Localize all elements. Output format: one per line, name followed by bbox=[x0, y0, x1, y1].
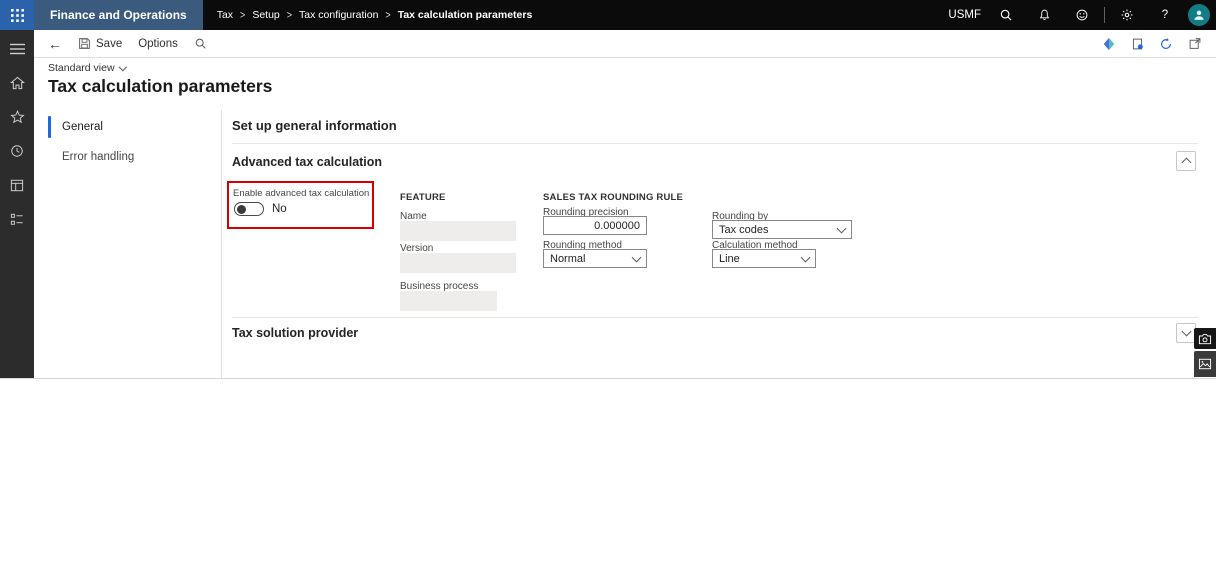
advanced-section-collapse-button[interactable] bbox=[1176, 151, 1196, 171]
search-icon bbox=[195, 38, 206, 49]
tab-error-handling[interactable]: Error handling bbox=[48, 142, 220, 172]
attachment-icon bbox=[1132, 38, 1143, 49]
options-button[interactable]: Options bbox=[138, 38, 178, 50]
top-app-bar: Finance and Operations Tax > Setup > Tax… bbox=[0, 0, 1216, 30]
chevron-down-icon bbox=[631, 252, 642, 262]
calculation-method-select[interactable]: Line bbox=[712, 249, 816, 268]
modules-icon[interactable] bbox=[4, 208, 30, 230]
breadcrumb-separator: > bbox=[286, 9, 293, 21]
back-button[interactable]: ← bbox=[48, 36, 62, 52]
enable-advanced-toggle[interactable]: No bbox=[234, 202, 287, 216]
sales-tax-rounding-column-header: SALES TAX ROUNDING RULE bbox=[543, 192, 684, 203]
content-header: Set up general information bbox=[232, 118, 397, 133]
toggle-switch-off[interactable] bbox=[234, 202, 264, 216]
breadcrumb-item-tax-calculation-parameters[interactable]: Tax calculation parameters bbox=[398, 9, 533, 21]
favorites-star-icon[interactable] bbox=[4, 106, 30, 128]
breadcrumb-separator: > bbox=[240, 9, 246, 21]
product-name[interactable]: Finance and Operations bbox=[34, 0, 203, 30]
view-selector[interactable]: Standard view bbox=[48, 62, 127, 74]
topbar-right-cluster: USMF ? bbox=[942, 0, 1216, 30]
rounding-method-select[interactable]: Normal bbox=[543, 249, 647, 268]
provider-section-collapse-button[interactable] bbox=[1176, 323, 1196, 343]
attachments-button[interactable] bbox=[1131, 37, 1144, 51]
provider-section-title: Tax solution provider bbox=[232, 326, 359, 340]
advanced-section-title: Advanced tax calculation bbox=[232, 155, 383, 169]
feedback-button[interactable] bbox=[1063, 0, 1101, 30]
chevron-down-icon bbox=[118, 62, 127, 71]
chevron-up-icon bbox=[1181, 157, 1191, 168]
back-arrow-icon: ← bbox=[48, 35, 62, 52]
notifications-button[interactable] bbox=[1025, 0, 1063, 30]
save-floppy-icon bbox=[79, 38, 90, 49]
refresh-button[interactable] bbox=[1159, 37, 1173, 51]
search-button[interactable] bbox=[987, 0, 1025, 30]
copilot-button[interactable] bbox=[1102, 37, 1116, 51]
help-button[interactable]: ? bbox=[1146, 0, 1184, 30]
chevron-down-icon bbox=[836, 223, 847, 233]
breadcrumb-item-tax-configuration[interactable]: Tax configuration bbox=[299, 9, 378, 21]
version-input bbox=[400, 253, 516, 273]
section-divider bbox=[232, 317, 1198, 318]
screen-capture-overlay[interactable] bbox=[1194, 328, 1216, 349]
calculation-method-value: Line bbox=[719, 252, 740, 265]
rounding-method-value: Normal bbox=[550, 252, 586, 265]
tab-error-handling-label: Error handling bbox=[62, 151, 135, 163]
action-pane: ← Save Options bbox=[34, 30, 1216, 58]
workspaces-icon[interactable] bbox=[4, 174, 30, 196]
rounding-by-select[interactable]: Tax codes bbox=[712, 220, 852, 239]
person-icon bbox=[1194, 10, 1204, 20]
account-avatar[interactable] bbox=[1188, 4, 1210, 26]
save-label: Save bbox=[96, 37, 123, 50]
rounding-by-value: Tax codes bbox=[719, 223, 769, 236]
nav-sidebar bbox=[0, 30, 34, 378]
page-title: Tax calculation parameters bbox=[48, 76, 273, 96]
save-button[interactable]: Save bbox=[78, 37, 122, 50]
business-process-input bbox=[400, 291, 497, 311]
copilot-icon bbox=[1103, 37, 1115, 50]
company-picker[interactable]: USMF bbox=[942, 0, 987, 30]
gear-icon bbox=[1121, 9, 1133, 21]
view-selector-label: Standard view bbox=[48, 62, 115, 74]
name-input bbox=[400, 221, 516, 241]
recent-clock-icon[interactable] bbox=[4, 140, 30, 162]
toggle-value-label: No bbox=[272, 203, 287, 215]
chevron-down-icon bbox=[800, 252, 811, 262]
tab-content-divider bbox=[221, 110, 222, 378]
breadcrumb-separator: > bbox=[385, 9, 391, 21]
section-divider bbox=[232, 143, 1198, 144]
breadcrumb: Tax > Setup > Tax configuration > Tax ca… bbox=[217, 9, 533, 21]
screen-capture-overlay-secondary[interactable] bbox=[1194, 351, 1216, 377]
menu-toggle-icon[interactable] bbox=[4, 38, 30, 60]
search-icon bbox=[1000, 9, 1012, 21]
topbar-divider bbox=[1104, 7, 1105, 23]
breadcrumb-item-setup[interactable]: Setup bbox=[252, 9, 279, 21]
enable-advanced-toggle-label: Enable advanced tax calculation bbox=[233, 188, 370, 199]
home-icon[interactable] bbox=[4, 72, 30, 94]
vertical-tab-list: General Error handling bbox=[48, 112, 220, 172]
toggle-knob bbox=[237, 204, 246, 214]
app-launcher-icon[interactable] bbox=[0, 0, 34, 30]
tab-general-label: General bbox=[62, 121, 103, 133]
chevron-down-icon bbox=[1181, 326, 1191, 337]
open-in-new-window-button[interactable] bbox=[1188, 37, 1202, 50]
image-icon bbox=[1198, 358, 1212, 370]
action-search-button[interactable] bbox=[194, 37, 207, 50]
breadcrumb-item-tax[interactable]: Tax bbox=[217, 9, 233, 21]
finance-operations-app: Finance and Operations Tax > Setup > Tax… bbox=[0, 0, 1216, 379]
camera-icon bbox=[1198, 333, 1212, 344]
popout-icon bbox=[1189, 38, 1201, 49]
options-label: Options bbox=[138, 37, 178, 50]
refresh-icon bbox=[1161, 37, 1171, 49]
tab-general[interactable]: General bbox=[48, 112, 220, 142]
bell-icon bbox=[1039, 9, 1049, 20]
action-pane-right bbox=[1102, 37, 1216, 51]
settings-button[interactable] bbox=[1108, 0, 1146, 30]
waffle-grid-icon bbox=[10, 8, 24, 22]
rounding-precision-input[interactable] bbox=[543, 216, 647, 235]
feature-column-header: FEATURE bbox=[400, 192, 446, 203]
selected-tab-indicator bbox=[48, 116, 51, 138]
smiley-icon bbox=[1076, 9, 1088, 21]
